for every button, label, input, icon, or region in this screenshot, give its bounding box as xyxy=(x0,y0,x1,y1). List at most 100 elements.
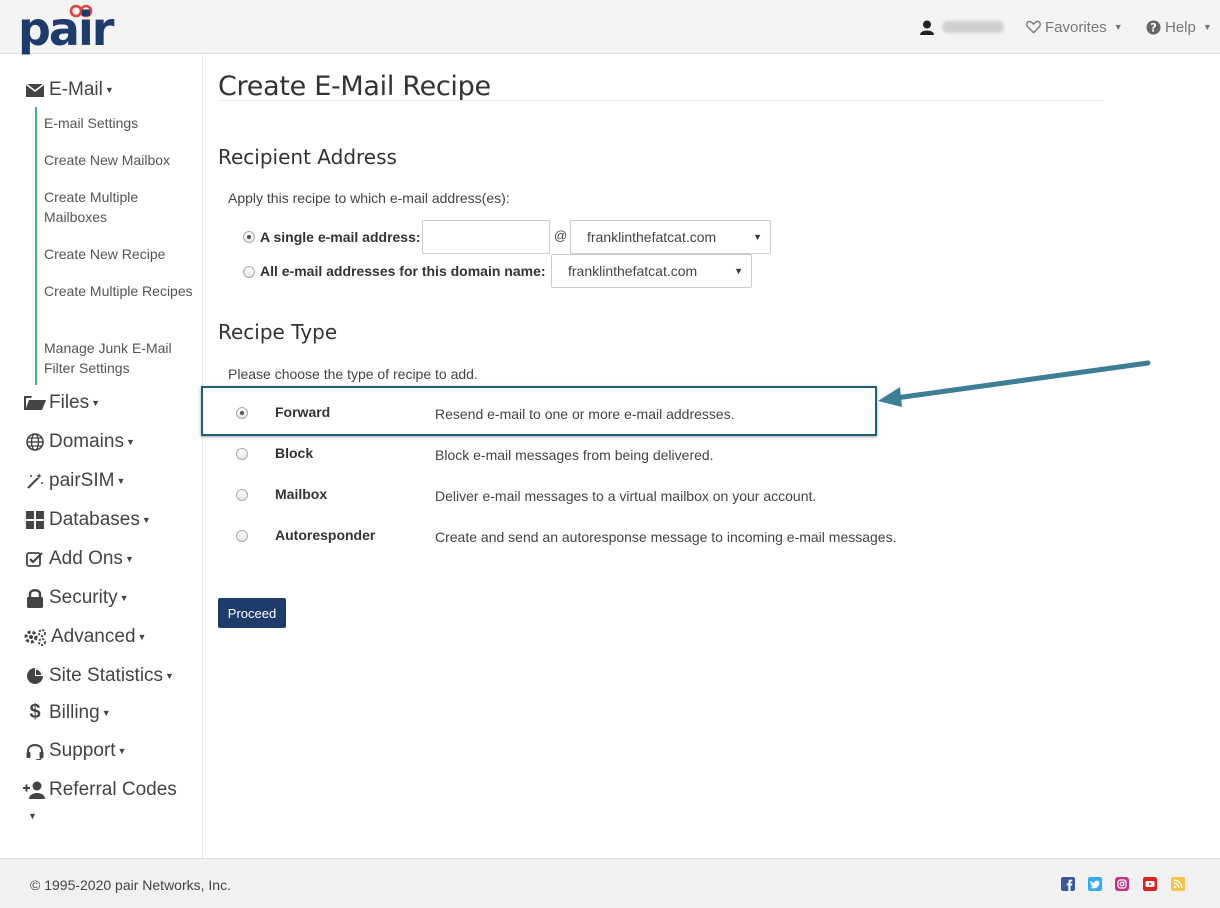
favorites-menu[interactable]: Favorites ▼ xyxy=(1026,16,1123,38)
caret-down-icon: ▼ xyxy=(104,85,114,95)
caret-down-icon: ▼ xyxy=(125,437,135,447)
recipe-name-mailbox: Mailbox xyxy=(275,486,328,502)
caret-down-icon: ▼ xyxy=(116,476,126,486)
caret-down-icon: ▼ xyxy=(1202,22,1212,32)
sidebar-section-label: E-Mail xyxy=(49,79,103,100)
sidebar-section-label: pairSIM xyxy=(49,470,115,491)
sidebar-section-label: Site Statistics xyxy=(49,665,164,686)
youtube-icon[interactable] xyxy=(1143,877,1157,891)
user-menu[interactable] xyxy=(920,16,1004,38)
proceed-button[interactable]: Proceed xyxy=(218,598,286,628)
add-user-icon xyxy=(22,781,46,799)
recipient-prompt: Apply this recipe to which e-mail addres… xyxy=(228,190,510,206)
twitter-icon[interactable] xyxy=(1088,877,1102,891)
facebook-icon[interactable] xyxy=(1061,877,1075,891)
sidebar-section-email[interactable]: E-Mail ▼ xyxy=(24,79,114,101)
recipe-type-prompt: Please choose the type of recipe to add. xyxy=(228,366,478,382)
all-domain-value: franklinthefatcat.com xyxy=(568,263,698,279)
caret-down-icon: ▼ xyxy=(141,515,151,525)
single-domain-value: franklinthefatcat.com xyxy=(587,229,717,245)
recipe-radio-autoresponder[interactable] xyxy=(236,530,248,542)
footer: © 1995-2020 pair Networks, Inc. xyxy=(0,858,1220,908)
select-arrow-icon: ▼ xyxy=(753,232,762,242)
instagram-icon[interactable] xyxy=(1115,877,1129,891)
sidebar-section-label: Domains xyxy=(49,431,124,452)
recipe-desc-block: Block e-mail messages from being deliver… xyxy=(435,447,714,463)
recipe-name-autoresponder: Autoresponder xyxy=(275,527,376,543)
user-icon xyxy=(920,20,934,35)
single-address-label: A single e-mail address: xyxy=(260,229,421,245)
dollar-icon: $ xyxy=(29,701,41,723)
sidebar-section-label: Add Ons xyxy=(49,548,123,569)
sidebar-section-label: Advanced xyxy=(51,626,136,647)
sidebar-section-files[interactable]: Files ▼ xyxy=(24,392,100,414)
recipe-desc-forward: Resend e-mail to one or more e-mail addr… xyxy=(435,406,735,422)
recipe-radio-mailbox[interactable] xyxy=(236,489,248,501)
sidebar: E-Mail ▼ E-mail Settings Create New Mail… xyxy=(0,55,203,858)
recipe-radio-block[interactable] xyxy=(236,448,248,460)
sidebar-section-pairsim[interactable]: pairSIM ▼ xyxy=(24,470,125,492)
help-menu[interactable]: ? Help ▼ xyxy=(1146,16,1212,38)
recipe-name-forward: Forward xyxy=(275,404,331,420)
recipient-address-heading: Recipient Address xyxy=(218,145,397,169)
copyright-text: © 1995-2020 pair Networks, Inc. xyxy=(30,877,231,893)
single-domain-select[interactable]: franklinthefatcat.com ▼ xyxy=(570,220,771,254)
submenu-item-junk-email-filter[interactable]: Manage Junk E-Mail Filter Settings xyxy=(44,338,194,378)
sidebar-section-domains[interactable]: Domains ▼ xyxy=(24,431,135,453)
submenu-item-create-multiple-recipes[interactable]: Create Multiple Recipes xyxy=(44,281,194,301)
recipe-desc-mailbox: Deliver e-mail messages to a virtual mai… xyxy=(435,488,817,504)
single-address-radio[interactable] xyxy=(243,231,255,243)
grid-icon xyxy=(24,511,46,529)
submenu-item-create-new-mailbox[interactable]: Create New Mailbox xyxy=(44,150,194,170)
sidebar-section-label: Support xyxy=(49,740,116,761)
username-redacted xyxy=(942,21,1004,33)
caret-down-icon: ▼ xyxy=(124,554,134,564)
sidebar-section-label: Billing xyxy=(49,701,100,723)
caret-down-icon: ▼ xyxy=(91,398,101,408)
envelope-icon xyxy=(24,83,46,97)
sidebar-section-security[interactable]: Security ▼ xyxy=(24,587,129,609)
lock-icon xyxy=(24,588,46,608)
sidebar-section-support[interactable]: Support ▼ xyxy=(24,740,126,762)
sidebar-section-billing[interactable]: $ Billing ▼ xyxy=(24,701,111,724)
check-square-icon xyxy=(24,551,46,568)
annotation-arrow-icon xyxy=(878,360,1151,407)
rss-icon[interactable] xyxy=(1171,877,1185,891)
submenu-item-create-multiple-mailboxes[interactable]: Create Multiple Mailboxes xyxy=(44,187,194,227)
globe-icon xyxy=(24,433,46,451)
sidebar-section-label: Databases xyxy=(49,509,140,530)
all-addresses-label: All e-mail addresses for this domain nam… xyxy=(260,263,546,279)
recipe-radio-forward[interactable] xyxy=(236,407,248,419)
gears-icon xyxy=(22,628,48,646)
caret-down-icon: ▼ xyxy=(117,746,127,756)
help-label: Help xyxy=(1165,18,1196,36)
sidebar-section-label: Referral Codes xyxy=(49,779,177,800)
recipe-type-heading: Recipe Type xyxy=(218,320,338,344)
pie-chart-icon xyxy=(24,667,46,685)
recipe-name-block: Block xyxy=(275,445,314,461)
sidebar-section-label: Files xyxy=(49,392,90,413)
sidebar-section-site-statistics[interactable]: Site Statistics ▼ xyxy=(24,665,174,687)
all-domain-select[interactable]: franklinthefatcat.com ▼ xyxy=(551,254,752,288)
top-bar: pair Favorites ▼ ? Help ▼ xyxy=(0,0,1220,54)
email-submenu: E-mail Settings Create New Mailbox Creat… xyxy=(35,107,195,385)
sidebar-section-databases[interactable]: Databases ▼ xyxy=(24,509,151,531)
recipe-desc-autoresponder: Create and send an autoresponse message … xyxy=(435,529,897,545)
sidebar-section-referral-codes[interactable]: Referral Codes xyxy=(22,779,177,801)
logo-text: pair xyxy=(18,2,114,56)
page-title: Create E-Mail Recipe xyxy=(218,71,491,102)
email-local-part-input[interactable] xyxy=(422,220,550,254)
all-addresses-radio[interactable] xyxy=(243,266,255,278)
submenu-item-email-settings[interactable]: E-mail Settings xyxy=(44,113,194,133)
svg-text:?: ? xyxy=(1150,21,1157,34)
sidebar-section-add-ons[interactable]: Add Ons ▼ xyxy=(24,548,134,570)
pair-logo[interactable]: pair xyxy=(18,2,114,52)
caret-down-icon[interactable]: ▼ xyxy=(28,811,37,821)
sidebar-section-label: Security xyxy=(49,587,118,608)
caret-down-icon: ▼ xyxy=(101,707,111,718)
magic-wand-icon xyxy=(24,472,46,490)
caret-down-icon: ▼ xyxy=(1113,22,1123,32)
heart-icon xyxy=(1026,20,1041,34)
sidebar-section-advanced[interactable]: Advanced ▼ xyxy=(22,626,146,648)
submenu-item-create-new-recipe[interactable]: Create New Recipe xyxy=(44,244,194,264)
